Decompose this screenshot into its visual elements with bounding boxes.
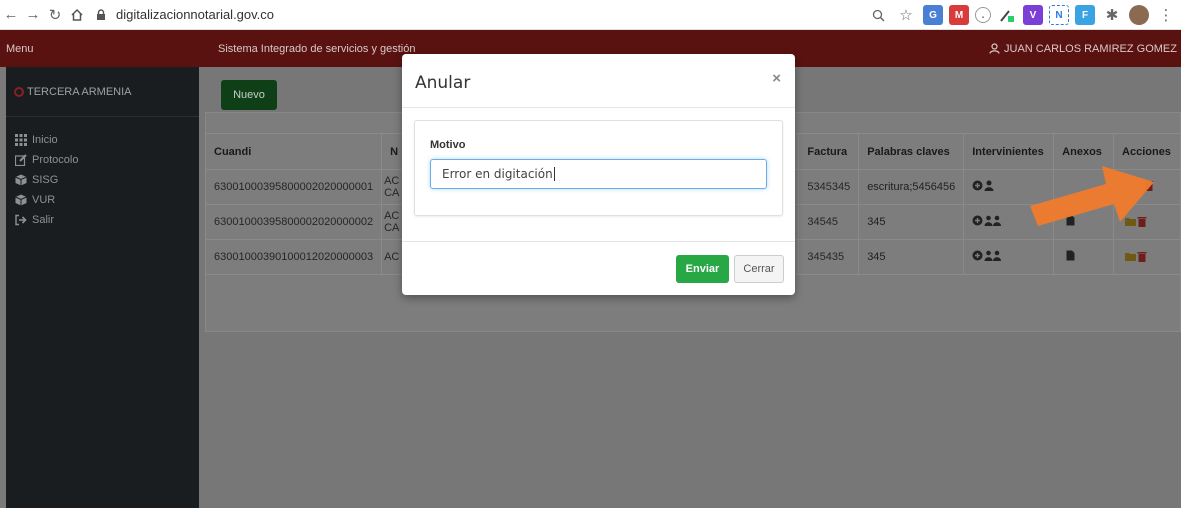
add-person-icon[interactable]	[972, 250, 983, 261]
cell-factura: 345435	[798, 239, 860, 275]
cell-anexos	[1053, 239, 1115, 275]
circle-extension-icon[interactable]: .	[975, 7, 991, 23]
edit-icon	[15, 154, 27, 166]
notaria-name: TERCERA ARMENIA	[27, 85, 132, 98]
people-icon[interactable]	[984, 215, 1002, 226]
folder-icon[interactable]	[1125, 252, 1137, 261]
add-person-icon[interactable]	[972, 215, 983, 226]
home-icon[interactable]	[66, 4, 88, 26]
bookmark-star-icon[interactable]: ☆	[895, 4, 917, 26]
sidebar-item-vur[interactable]: VUR	[6, 190, 199, 210]
new-button[interactable]: Nuevo	[221, 80, 277, 110]
submit-button[interactable]: Enviar	[676, 254, 729, 283]
back-icon[interactable]: ←	[0, 4, 22, 26]
cell-acciones	[1113, 239, 1181, 275]
motivo-label: Motivo	[430, 139, 466, 151]
cell-palabras: 345	[858, 239, 965, 275]
sidebar-item-protocolo[interactable]: Protocolo	[6, 150, 199, 170]
person-icon[interactable]	[984, 180, 994, 191]
sidebar-item-label: SISG	[32, 174, 59, 186]
modal-footer: Enviar Cerrar	[402, 241, 795, 295]
cell-cuandi: 63001000395800002020000002	[204, 204, 383, 240]
cube-icon	[15, 194, 27, 206]
cell-factura: 5345345	[798, 169, 860, 205]
lock-icon	[94, 8, 108, 22]
zoom-icon[interactable]	[867, 4, 889, 26]
cell-palabras: escritura;5456456	[858, 169, 965, 205]
notaria-status-icon	[14, 86, 24, 97]
close-icon[interactable]: ×	[772, 70, 781, 87]
annotation-arrow-icon	[1030, 166, 1154, 226]
people-icon[interactable]	[984, 250, 1002, 261]
motivo-value: Error en digitación	[442, 167, 553, 181]
grid-icon	[15, 134, 27, 146]
n-extension-icon[interactable]: N	[1049, 5, 1069, 25]
pdf-file-icon[interactable]	[1066, 250, 1075, 261]
sign-out-icon	[15, 214, 27, 226]
sidebar: TERCERA ARMENIA Inicio Protocolo SISG VU…	[6, 67, 199, 508]
sidebar-item-sisg[interactable]: SISG	[6, 170, 199, 190]
puzzle-icon[interactable]: ✱	[1101, 4, 1123, 26]
text-caret	[553, 167, 555, 181]
sidebar-item-label: Protocolo	[32, 154, 79, 166]
cancel-button[interactable]: Cerrar	[734, 254, 784, 283]
cell-cuandi: 63001000395800002020000001	[204, 169, 383, 205]
sidebar-item-salir[interactable]: Salir	[6, 210, 199, 230]
cell-palabras: 345	[858, 204, 965, 240]
col-header-palabras[interactable]: Palabras claves	[858, 133, 965, 170]
address-bar[interactable]: digitalizacionnotarial.gov.co	[94, 7, 274, 22]
profile-avatar[interactable]	[1129, 5, 1149, 25]
delete-icon[interactable]	[1137, 251, 1147, 262]
f-extension-icon[interactable]: F	[1075, 5, 1095, 25]
pen-extension-icon[interactable]	[997, 5, 1017, 25]
sidebar-item-label: Inicio	[32, 134, 58, 146]
motivo-card: Motivo Error en digitación	[414, 120, 783, 216]
user-icon	[989, 43, 1000, 54]
url-text: digitalizacionnotarial.gov.co	[116, 7, 275, 22]
notaria-selector[interactable]: TERCERA ARMENIA	[6, 67, 199, 117]
motivo-input[interactable]: Error en digitación	[430, 159, 767, 189]
forward-icon[interactable]: →	[22, 4, 44, 26]
extensions-bar: ☆ G M . V N F ✱ ⋮	[867, 4, 1177, 26]
modal-title: Anular	[415, 72, 471, 93]
void-modal: Anular × Motivo Error en digitación Envi…	[402, 54, 795, 295]
add-person-icon[interactable]	[972, 180, 983, 191]
sidebar-item-label: Salir	[32, 214, 55, 226]
user-menu[interactable]: JUAN CARLOS RAMIREZ GOMEZ	[989, 43, 1181, 55]
cell-intervinientes	[963, 239, 1055, 275]
modal-body: Motivo Error en digitación	[402, 108, 795, 228]
reload-icon[interactable]: ↻	[44, 4, 66, 26]
browser-toolbar: ← → ↻ digitalizacionnotarial.gov.co ☆ G …	[0, 0, 1181, 30]
translate-extension-icon[interactable]: G	[923, 5, 943, 25]
cell-cuandi: 63001000390100012020000003	[204, 239, 383, 275]
shield-extension-icon[interactable]: V	[1023, 5, 1043, 25]
sidebar-item-inicio[interactable]: Inicio	[6, 130, 199, 150]
menu-toggle[interactable]: Menu	[0, 43, 199, 55]
modal-header: Anular	[402, 54, 795, 108]
user-name: JUAN CARLOS RAMIREZ GOMEZ	[1004, 42, 1177, 55]
system-title: Sistema Integrado de servicios y gestión	[218, 42, 416, 55]
red-extension-icon[interactable]: M	[949, 5, 969, 25]
col-header-factura[interactable]: Factura	[798, 133, 860, 170]
kebab-menu-icon[interactable]: ⋮	[1155, 4, 1177, 26]
col-header-cuandi[interactable]: Cuandi	[204, 133, 383, 170]
sidebar-item-label: VUR	[32, 194, 56, 206]
cell-factura: 34545	[798, 204, 860, 240]
cube-icon	[15, 174, 27, 186]
